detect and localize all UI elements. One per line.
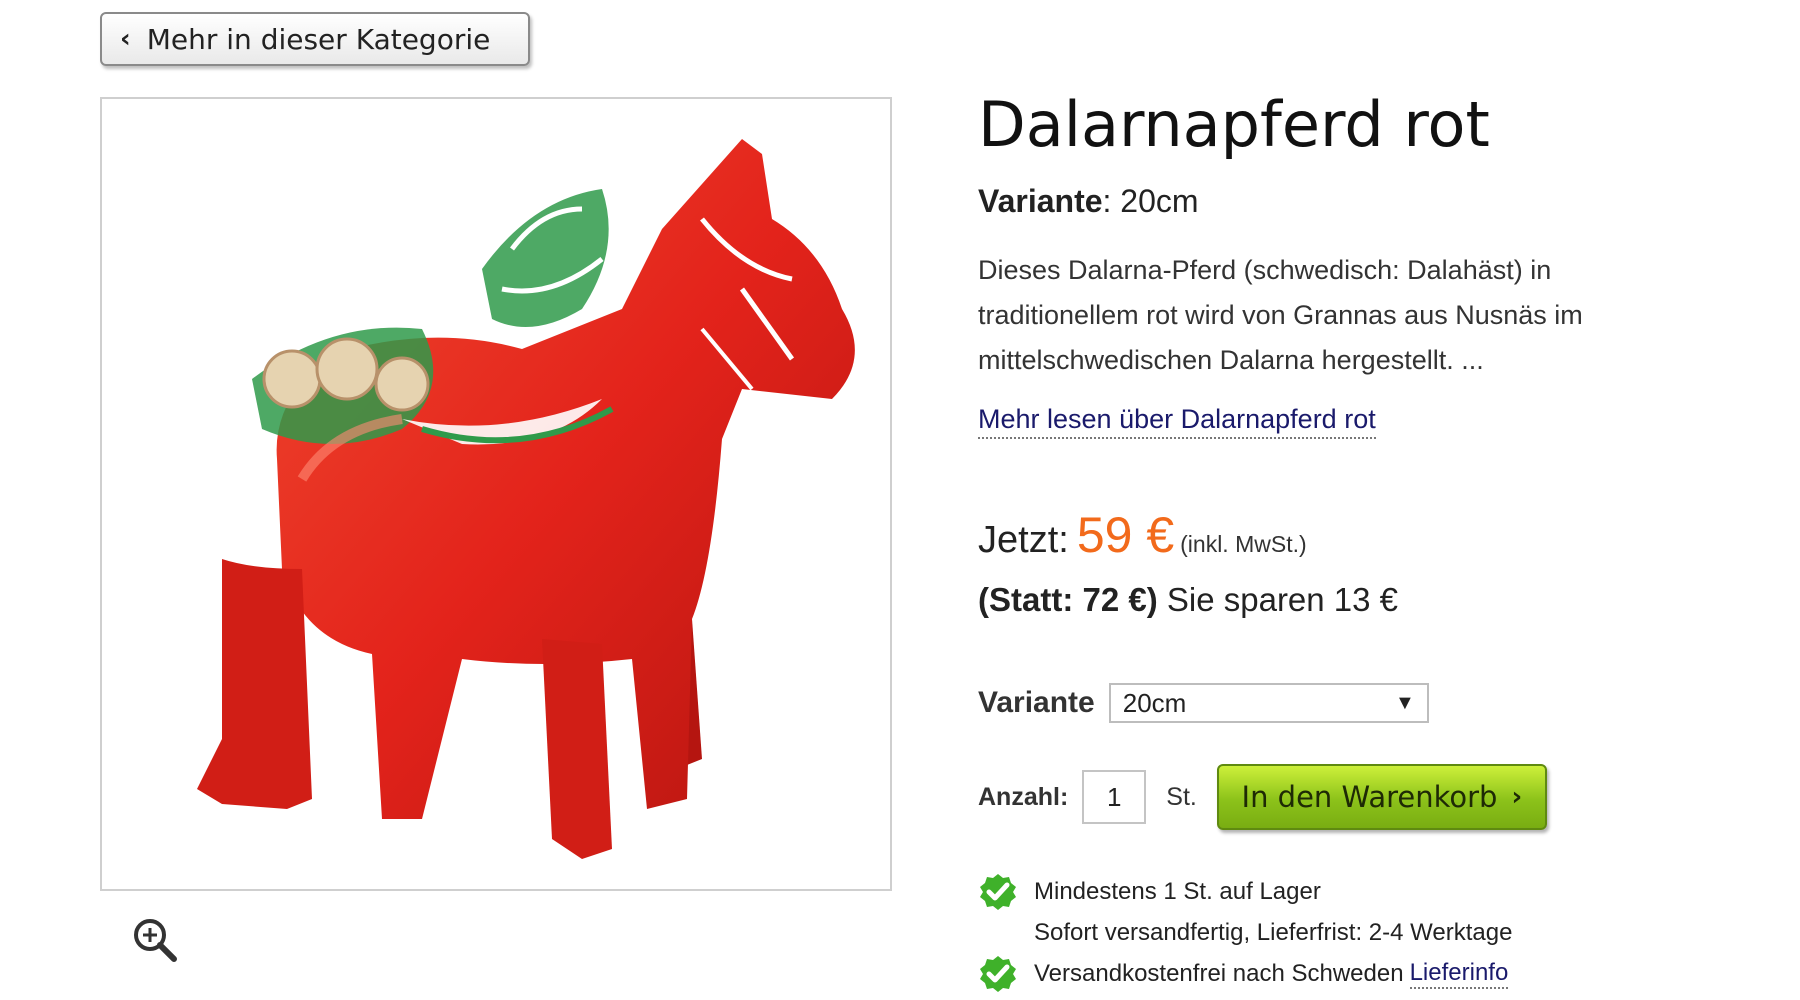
stock-info: Mindestens 1 St. auf Lager Sofort versan… (978, 870, 1512, 996)
price-now-label: Jetzt: (978, 519, 1069, 561)
check-badge-icon (980, 956, 1016, 992)
caret-down-icon: ▼ (1394, 691, 1415, 714)
savings-text: Sie sparen 13 € (1166, 581, 1399, 618)
stock-row-shipping: Versandkostenfrei nach Schweden Lieferin… (978, 952, 1512, 996)
variant-select-label: Variante (978, 686, 1095, 719)
old-price: (Statt: 72 €) (978, 581, 1158, 618)
variant-selected-value: 20cm (1122, 687, 1187, 718)
price-line: Jetzt: 59 € (inkl. MwSt.) (978, 506, 1307, 564)
delivery-time-text: Sofort versandfertig, Lieferfrist: 2-4 W… (1034, 919, 1513, 946)
quantity-input[interactable]: 1 (1082, 770, 1147, 824)
delivery-info-link[interactable]: Lieferinfo (1409, 959, 1509, 989)
read-more-link[interactable]: Mehr lesen über Dalarnapferd rot (978, 404, 1376, 439)
stock-availability-text: Mindestens 1 St. auf Lager (1034, 878, 1321, 905)
tax-note: (inkl. MwSt.) (1180, 531, 1307, 557)
free-shipping-text: Versandkostenfrei nach Schweden (1034, 960, 1404, 987)
back-button-label: Mehr in dieser Kategorie (146, 22, 491, 56)
dala-horse-illustration (197, 139, 855, 859)
variant-selector-row: Variante 20cm ▼ (978, 683, 1429, 723)
variant-summary-value: : 20cm (1102, 183, 1199, 219)
quantity-row: Anzahl: 1 St. In den Warenkorb › (978, 764, 1547, 830)
variant-summary: Variante: 20cm (978, 183, 1199, 220)
variant-select[interactable]: 20cm ▼ (1108, 683, 1429, 723)
chevron-right-icon: › (1511, 782, 1523, 812)
product-description: Dieses Dalarna-Pferd (schwedisch: Dalahä… (978, 255, 1583, 375)
check-badge-icon (980, 874, 1016, 910)
variant-summary-label: Variante (978, 183, 1103, 219)
savings-line: (Statt: 72 €) Sie sparen 13 € (978, 581, 1398, 619)
add-to-cart-button[interactable]: In den Warenkorb › (1216, 764, 1547, 830)
price-value: 59 € (1076, 507, 1175, 563)
quantity-label: Anzahl: (978, 782, 1069, 811)
zoom-in-icon[interactable] (130, 915, 180, 965)
chevron-left-icon: ‹ (120, 24, 131, 54)
stock-row-availability: Mindestens 1 St. auf Lager (978, 870, 1512, 914)
quantity-unit: St. (1166, 782, 1197, 811)
back-to-category-button[interactable]: ‹ Mehr in dieser Kategorie (100, 12, 530, 66)
add-to-cart-label: In den Warenkorb (1241, 780, 1498, 814)
product-title: Dalarnapferd rot (978, 88, 1490, 161)
product-image[interactable] (100, 97, 892, 891)
